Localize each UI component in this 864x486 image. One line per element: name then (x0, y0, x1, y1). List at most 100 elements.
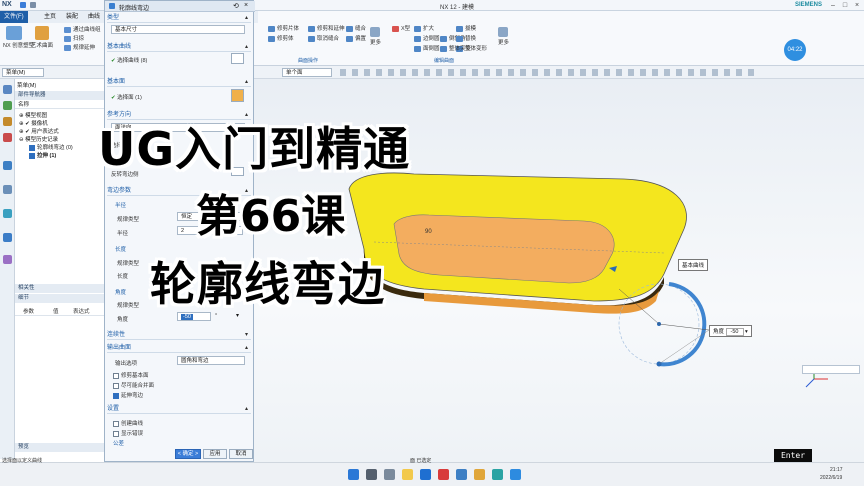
base-curve-callout[interactable]: 基本曲线 (678, 259, 709, 271)
ribbon-item-1[interactable]: 修剪和延伸 (308, 25, 345, 33)
more-icon-1[interactable] (370, 27, 380, 37)
merge-faces-checkbox[interactable]: 尽可能合并面 (113, 381, 154, 389)
app-c-icon[interactable] (474, 469, 485, 480)
menu-dropdown[interactable]: 菜单(M) (2, 68, 44, 77)
dependency-header[interactable]: 相关性 (15, 284, 106, 293)
taskbar: 选择面以定义曲线 面 已选定 21:17 2022/6/19 (0, 458, 864, 486)
curve-select-icon[interactable] (231, 53, 244, 64)
sweep-button[interactable]: 扫掠 (64, 35, 84, 43)
art-surface-icon[interactable] (35, 26, 49, 40)
tree-item-model-views[interactable]: ⊕ 模型视图 (19, 111, 47, 119)
system-scenes-icon[interactable] (3, 255, 12, 264)
key-press-indicator: Enter (774, 449, 812, 462)
through-curves-button[interactable]: 通过曲线组 (64, 26, 101, 34)
apply-button[interactable]: 应用 (203, 449, 227, 459)
angle-callout[interactable]: 角度 -50 ▾ (709, 325, 752, 337)
search-icon[interactable] (366, 469, 377, 480)
section-settings[interactable]: 设置 ▴ (107, 405, 251, 414)
section-base-face[interactable]: 基本面 ▴ (107, 78, 251, 87)
extend-flange-checkbox[interactable]: 延伸弯边 (113, 391, 143, 399)
tab-file[interactable]: 文件(F) (0, 11, 28, 23)
cancel-button[interactable]: 取消 (229, 449, 253, 459)
ribbon-item-0[interactable]: 修剪片体 (268, 25, 299, 33)
taskbar-time: 21:17 (830, 467, 843, 473)
constraint-navigator-icon[interactable] (3, 117, 12, 126)
radius-subheader[interactable]: 半径 (115, 201, 126, 209)
ribbon-item-4[interactable]: 取消缝合 (308, 35, 339, 43)
part-navigator-icon[interactable] (3, 85, 12, 94)
task-view-icon[interactable] (384, 469, 395, 480)
ribbon-item-5[interactable]: 偏置 (346, 35, 366, 43)
edge-icon[interactable] (510, 469, 521, 480)
assembly-navigator-icon[interactable] (3, 101, 12, 110)
trim-base-face-checkbox[interactable]: 修剪基本面 (113, 371, 149, 379)
ok-button[interactable]: < 确定 > (175, 449, 201, 459)
dialog-close-icon[interactable]: × (244, 2, 248, 9)
length-subheader[interactable]: 长度 (115, 245, 126, 253)
tab-home[interactable]: 主页 (40, 11, 60, 23)
app-d-icon[interactable] (492, 469, 503, 480)
nx-app-icon[interactable] (456, 469, 467, 480)
tree-item-extrude[interactable]: 拉伸 (1) (29, 151, 56, 159)
tree-item-history[interactable]: ⊖ 模型历史记录 (19, 135, 58, 143)
law-extend-button[interactable]: 规律延伸 (64, 44, 95, 52)
snap-icons[interactable] (340, 69, 760, 76)
tree-item-cameras[interactable]: ⊕ ✔ 摄像机 (19, 119, 48, 127)
ribbon-item-9[interactable]: 面倒圆 (414, 45, 440, 53)
ribbon-item-3[interactable]: 修剪体 (268, 35, 294, 43)
nav-header: 部件导航器 (15, 91, 106, 100)
section-base-curve[interactable]: 基本曲线 ▴ (107, 43, 251, 52)
type-dropdown[interactable]: 基本尺寸 (111, 25, 245, 34)
selection-filter[interactable]: 单个面 (282, 68, 332, 77)
view-triad-toolbar[interactable] (802, 365, 860, 374)
section-output[interactable]: 输出曲面 ▴ (107, 344, 251, 353)
nav-name-column: 名称 (15, 101, 106, 109)
ribbon-item-8[interactable]: 边倒圆 (414, 35, 440, 43)
section-continuity[interactable]: 连续性 ▾ (107, 331, 251, 340)
clock-icon[interactable] (3, 209, 12, 218)
output-option-dropdown[interactable]: 圆角和弯边 (177, 356, 245, 365)
dialog-titlebar[interactable]: 轮廓线弯边 ⟲ × (105, 1, 255, 12)
tolerance-subheader[interactable]: 公差 (113, 439, 124, 447)
more-button-2[interactable]: 更多 (498, 39, 509, 47)
detail-header[interactable]: 细节 (15, 294, 106, 303)
face-select-icon[interactable] (231, 89, 244, 102)
ribbon-item-6[interactable]: X型 (392, 25, 410, 33)
start-icon[interactable] (348, 469, 359, 480)
overlay-title-line2: 第66课 (196, 191, 346, 242)
more-icon-2[interactable] (498, 27, 508, 37)
tab-curve[interactable]: 曲线 (84, 11, 104, 23)
roles-icon[interactable] (3, 233, 12, 242)
save-icon[interactable] (20, 2, 26, 8)
tree-item-expressions[interactable]: ⊕ ✔ 用户表达式 (19, 127, 59, 135)
tree-item-contour-flange[interactable]: 轮廓线弯边 (0) (29, 143, 73, 151)
web-browser-icon[interactable] (3, 161, 12, 170)
store-icon[interactable] (420, 469, 431, 480)
create-curve-checkbox[interactable]: 创建曲线 (113, 419, 143, 427)
select-curve-field[interactable]: ✔ 选择曲线 (8) (111, 56, 147, 64)
ribbon-item-2[interactable]: 缝合 (346, 25, 366, 33)
show-error-checkbox[interactable]: 显示错误 (113, 429, 143, 437)
section-type[interactable]: 类型 ▴ (107, 14, 251, 23)
tab-assembly[interactable]: 装配 (62, 11, 82, 23)
file-explorer-icon[interactable] (402, 469, 413, 480)
ribbon-item-12[interactable]: 替换 (456, 35, 476, 43)
close-icon[interactable]: × (850, 1, 864, 10)
ribbon-item-14[interactable]: 整体突变 (440, 45, 471, 53)
art-surface-button[interactable]: 艺术曲面 (31, 42, 53, 50)
history-icon[interactable] (3, 185, 12, 194)
nx-creative-button[interactable]: NX 创意塑型 (3, 42, 34, 50)
overlay-title-line1: UG入门到精通 (98, 122, 411, 176)
ribbon-item-7[interactable]: 扩大 (414, 25, 434, 33)
select-face-field[interactable]: ✔ 选择面 (1) (111, 93, 142, 101)
dialog-reset-icon[interactable]: ⟲ (233, 2, 239, 10)
undo-icon[interactable] (30, 2, 36, 8)
preview-header[interactable]: 预览 (15, 443, 106, 452)
more-button-1[interactable]: 更多 (370, 39, 381, 47)
app-a-icon[interactable] (438, 469, 449, 480)
reuse-library-icon[interactable] (3, 133, 12, 142)
nx-creative-icon[interactable] (6, 26, 22, 40)
angle-subheader[interactable]: 角度 (115, 288, 126, 296)
ribbon-item-11[interactable]: 拔模 (456, 25, 476, 33)
nav-filter[interactable]: 菜单(M) (17, 81, 57, 89)
